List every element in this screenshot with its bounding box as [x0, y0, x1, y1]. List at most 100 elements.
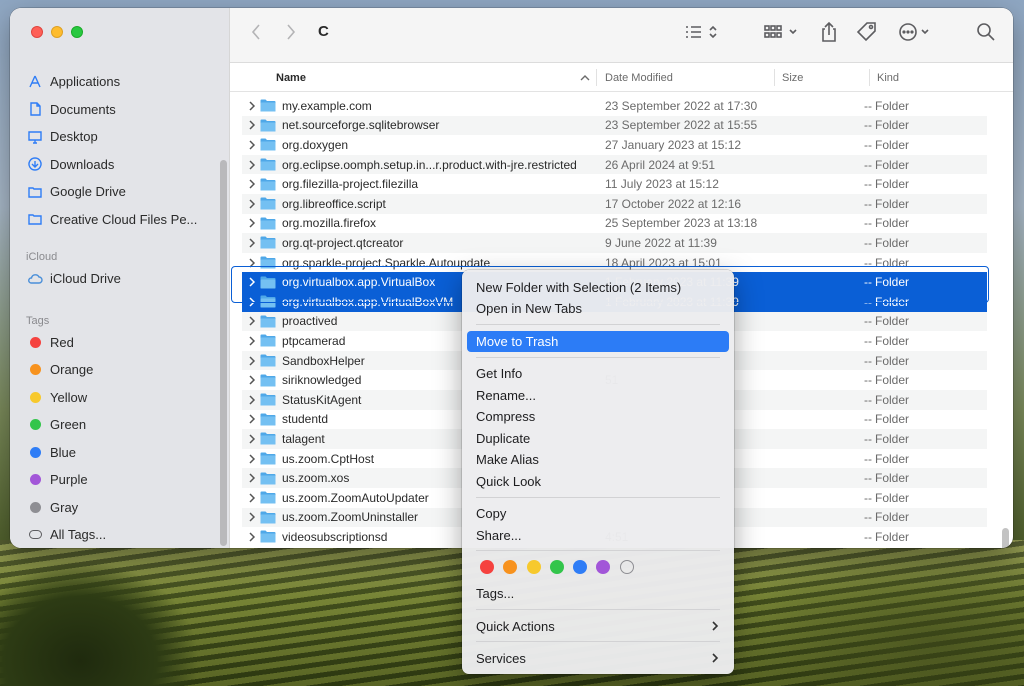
sidebar-item-label: Red	[50, 334, 74, 350]
column-date[interactable]: Date Modified	[605, 63, 673, 92]
sidebar-item-applications[interactable]: Applications	[10, 68, 230, 96]
group-button[interactable]	[763, 8, 801, 56]
column-kind[interactable]: Kind	[877, 63, 899, 92]
close-button[interactable]	[31, 26, 43, 38]
tag-button[interactable]	[856, 8, 878, 56]
sidebar-item-creative-cloud-files-pe[interactable]: Creative Cloud Files Pe...	[10, 206, 230, 234]
sidebar-item-documents[interactable]: Documents	[10, 96, 230, 124]
disclosure-chevron-icon[interactable]	[245, 336, 259, 346]
sidebar-item-downloads[interactable]: Downloads	[10, 151, 230, 179]
disclosure-chevron-icon[interactable]	[245, 532, 259, 542]
sidebar-item-all-tags[interactable]: All Tags...	[10, 521, 230, 548]
action-menu-button[interactable]	[897, 8, 937, 56]
file-name: org.doxygen	[282, 137, 349, 152]
table-row[interactable]: org.filezilla-project.filezilla 11 July 2…	[242, 174, 987, 194]
tag-color-swatch[interactable]	[573, 560, 588, 574]
menu-item-rename[interactable]: Rename...	[467, 385, 729, 406]
menu-item-label: Quick Look	[476, 474, 542, 489]
tag-color-swatch[interactable]	[619, 560, 634, 574]
disclosure-chevron-icon[interactable]	[245, 120, 259, 130]
disclosure-chevron-icon[interactable]	[245, 493, 259, 503]
menu-item-share[interactable]: Share...	[467, 525, 729, 546]
tag-purple-icon	[27, 472, 43, 488]
minimize-button[interactable]	[51, 26, 63, 38]
menu-item-quick-actions[interactable]: Quick Actions	[467, 616, 729, 637]
column-name[interactable]: Name	[276, 63, 306, 92]
sidebar-item-blue[interactable]: Blue	[10, 439, 230, 467]
menu-item-tags[interactable]: Tags...	[467, 583, 729, 604]
table-row[interactable]: org.libreoffice.script 17 October 2022 at…	[242, 194, 987, 214]
disclosure-chevron-icon[interactable]	[245, 199, 259, 209]
sidebar-scrollbar[interactable]	[220, 160, 227, 546]
tag-color-swatch[interactable]	[526, 560, 541, 574]
zoom-button[interactable]	[71, 26, 83, 38]
menu-separator	[476, 641, 720, 642]
tag-color-swatch[interactable]	[549, 560, 564, 574]
menu-item-open-in-new-tabs[interactable]: Open in New Tabs	[467, 298, 729, 319]
table-row[interactable]: my.example.com 23 September 2022 at 17:30…	[242, 96, 987, 116]
view-options-button[interactable]	[682, 8, 722, 56]
share-button[interactable]	[820, 8, 838, 56]
column-separator[interactable]	[869, 69, 870, 86]
menu-item-new-folder-with-selection-2-items[interactable]: New Folder with Selection (2 Items)	[467, 277, 729, 298]
forward-button[interactable]	[285, 8, 297, 56]
tag-green-icon	[27, 417, 43, 433]
menu-item-make-alias[interactable]: Make Alias	[467, 449, 729, 470]
disclosure-chevron-icon[interactable]	[245, 454, 259, 464]
menu-item-services[interactable]: Services	[467, 648, 729, 669]
menu-item-move-to-trash[interactable]: Move to Trash	[467, 331, 729, 352]
tag-color-swatch[interactable]	[596, 560, 611, 574]
tag-color-icon	[29, 336, 41, 348]
disclosure-chevron-icon[interactable]	[245, 179, 259, 189]
disclosure-chevron-icon[interactable]	[245, 238, 259, 248]
folder-icon	[260, 491, 276, 504]
sidebar-item-orange[interactable]: Orange	[10, 356, 230, 384]
column-size[interactable]: Size	[782, 63, 803, 92]
tag-color-icon	[29, 364, 41, 376]
sidebar-item-green[interactable]: Green	[10, 411, 230, 439]
table-row[interactable]: org.mozilla.firefox 25 September 2023 at …	[242, 214, 987, 234]
menu-item-compress[interactable]: Compress	[467, 406, 729, 427]
back-button[interactable]	[250, 8, 262, 56]
file-size: --	[864, 412, 872, 427]
file-name: net.sourceforge.sqlitebrowser	[282, 118, 440, 133]
file-kind: Folder	[875, 98, 910, 113]
menu-item-copy[interactable]: Copy	[467, 503, 729, 524]
sidebar-item-red[interactable]: Red	[10, 329, 230, 357]
sidebar-item-purple[interactable]: Purple	[10, 466, 230, 494]
menu-item-quick-look[interactable]: Quick Look	[467, 471, 729, 492]
column-separator[interactable]	[774, 69, 775, 86]
menu-item-label: Compress	[476, 409, 536, 425]
table-row[interactable]: org.qt-project.qtcreator 9 June 2022 at 1…	[242, 233, 987, 253]
disclosure-chevron-icon[interactable]	[245, 414, 259, 424]
sidebar-item-gray[interactable]: Gray	[10, 494, 230, 522]
search-button[interactable]	[976, 8, 996, 56]
disclosure-chevron-icon[interactable]	[245, 140, 259, 150]
disclosure-chevron-icon[interactable]	[245, 473, 259, 483]
sidebar-item-desktop[interactable]: Desktop	[10, 123, 230, 151]
column-separator[interactable]	[596, 69, 597, 86]
table-row[interactable]: org.eclipse.oomph.setup.in...r.product.w…	[242, 154, 987, 175]
disclosure-chevron-icon[interactable]	[245, 434, 259, 444]
disclosure-chevron-icon[interactable]	[245, 160, 259, 170]
menu-item-get-info[interactable]: Get Info	[467, 363, 729, 384]
disclosure-chevron-icon[interactable]	[245, 316, 259, 326]
table-row[interactable]: org.doxygen 27 January 2023 at 15:12 -- Fol…	[242, 135, 987, 155]
sidebar-item-yellow[interactable]: Yellow	[10, 384, 230, 412]
disclosure-chevron-icon[interactable]	[245, 356, 259, 366]
table-row[interactable]: net.sourceforge.sqlitebrowser 23 Septembe…	[242, 115, 987, 136]
menu-item-label: Get Info	[476, 366, 523, 381]
disclosure-chevron-icon[interactable]	[245, 395, 259, 405]
tag-color-swatch[interactable]	[480, 560, 494, 574]
tag-color-swatch[interactable]	[503, 560, 518, 574]
folder-icon	[260, 354, 276, 367]
disclosure-chevron-icon[interactable]	[245, 218, 259, 228]
sidebar-item-google-drive[interactable]: Google Drive	[10, 178, 230, 206]
file-list-scrollbar[interactable]	[1002, 528, 1009, 548]
chevron-left-icon	[251, 24, 260, 40]
sidebar-item-icloud-drive[interactable]: iCloud Drive	[10, 265, 230, 293]
menu-item-duplicate[interactable]: Duplicate	[467, 428, 729, 449]
disclosure-chevron-icon[interactable]	[245, 375, 259, 385]
disclosure-chevron-icon[interactable]	[245, 101, 259, 111]
disclosure-chevron-icon[interactable]	[245, 512, 259, 522]
